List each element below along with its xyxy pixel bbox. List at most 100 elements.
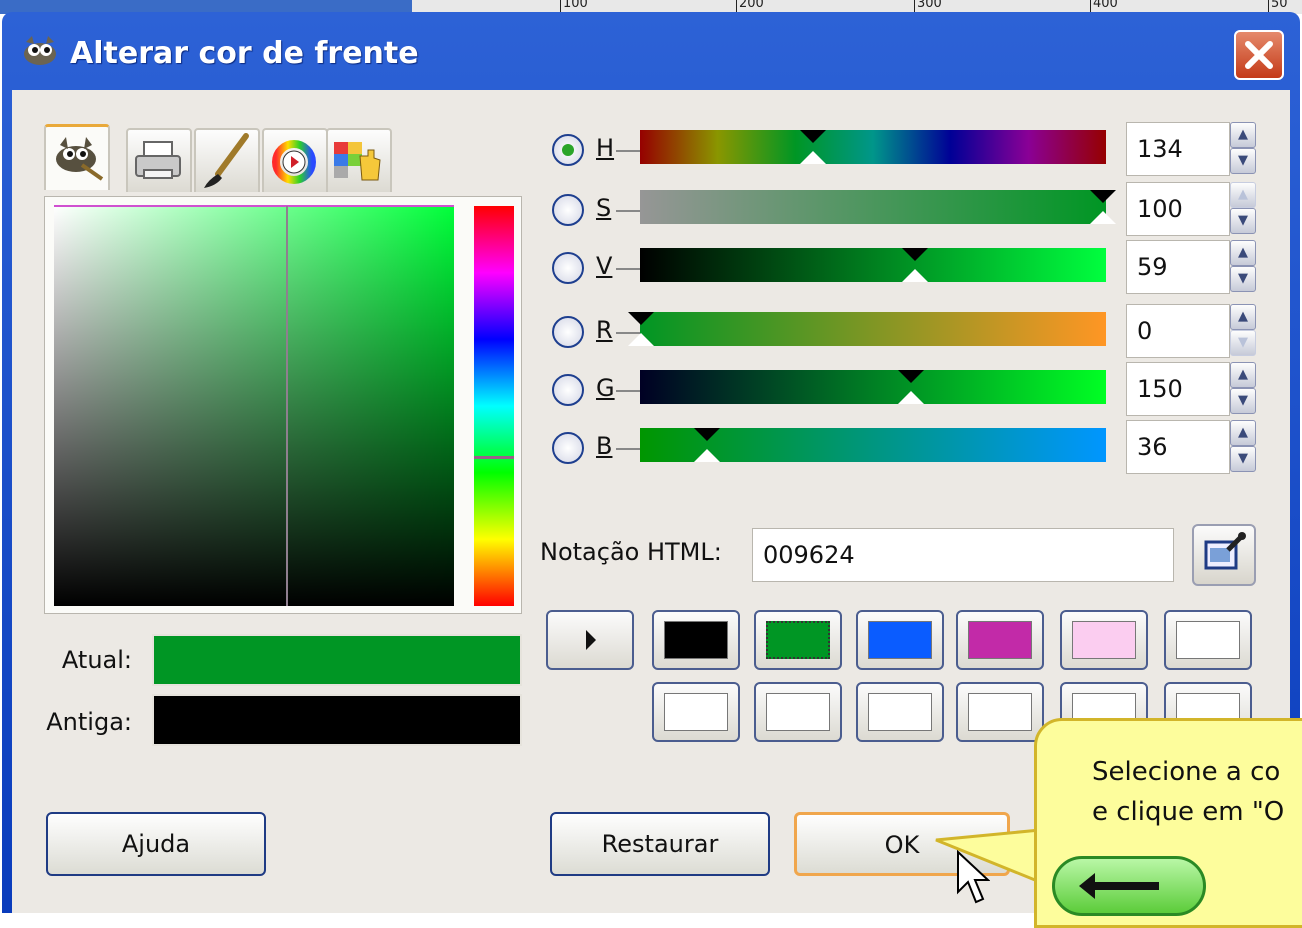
close-icon (1245, 41, 1273, 69)
channel-label-b: B (596, 432, 613, 460)
title-bar[interactable]: Alterar cor de frente (2, 12, 1300, 90)
slider-connector (616, 448, 642, 450)
slider-marker (694, 428, 720, 441)
callout-line: Selecione a co (1092, 757, 1281, 787)
history-swatch-color (968, 693, 1032, 731)
slider-v[interactable] (640, 248, 1106, 282)
wilber-icon (56, 137, 104, 181)
spin-up-icon[interactable]: ▲ (1230, 420, 1256, 446)
arrow-left-icon (1079, 873, 1159, 899)
slider-marker (628, 333, 654, 346)
history-swatch-color (1176, 621, 1240, 659)
history-swatch-color (766, 693, 830, 731)
callout-text: Selecione a co e clique em "O (1092, 752, 1302, 832)
slider-marker (800, 130, 826, 143)
color-picker-button[interactable] (1192, 524, 1256, 586)
spin-down-icon[interactable]: ▼ (1230, 208, 1256, 234)
slider-marker (898, 370, 924, 383)
spin-down-icon[interactable]: ▼ (1230, 388, 1256, 414)
history-swatch[interactable] (856, 610, 944, 670)
slider-connector (616, 150, 642, 152)
slider-r[interactable] (628, 312, 1106, 346)
hue-strip[interactable] (474, 206, 514, 606)
tutorial-back-button[interactable] (1052, 856, 1206, 916)
spin-g-input[interactable]: 150 (1126, 362, 1230, 416)
slider-connector (616, 390, 642, 392)
spin-r-input[interactable]: 0 (1126, 304, 1230, 358)
spin-down-icon[interactable]: ▼ (1230, 446, 1256, 472)
old-color-swatch[interactable] (152, 694, 522, 746)
slider-g[interactable] (640, 370, 1106, 404)
tab-cmyk[interactable] (126, 128, 192, 192)
spin-b-input[interactable]: 36 (1126, 420, 1230, 474)
history-swatch[interactable] (956, 610, 1044, 670)
help-button[interactable]: Ajuda (46, 812, 266, 876)
current-color-swatch (152, 634, 522, 686)
slider-marker (1090, 190, 1116, 203)
radio-h[interactable] (552, 134, 584, 166)
tab-gimp-selector[interactable] (44, 124, 110, 190)
saturation-value-square[interactable] (54, 206, 454, 606)
spin-up-icon[interactable]: ▲ (1230, 362, 1256, 388)
spin-v-input[interactable]: 59 (1126, 240, 1230, 294)
reset-button-label: Restaurar (601, 830, 719, 858)
channel-label-h: H (596, 134, 615, 162)
slider-h[interactable] (640, 130, 1106, 164)
radio-g[interactable] (552, 374, 584, 406)
tab-wheel[interactable] (262, 128, 328, 192)
hue-strip-marker (474, 456, 514, 459)
slider-marker (902, 248, 928, 261)
spin-up-icon[interactable]: ▲ (1230, 122, 1256, 148)
history-swatch[interactable] (1060, 610, 1148, 670)
history-swatch[interactable] (754, 610, 842, 670)
tab-palette[interactable] (326, 128, 392, 192)
history-swatch-color (664, 621, 728, 659)
history-swatch-color (664, 693, 728, 731)
slider-marker (628, 312, 654, 325)
radio-b[interactable] (552, 432, 584, 464)
mouse-cursor-icon (957, 850, 990, 904)
history-swatch[interactable] (754, 682, 842, 742)
history-swatch[interactable] (1164, 610, 1252, 670)
spin-down-icon[interactable]: ▼ (1230, 330, 1256, 356)
channel-label-g: G (596, 374, 615, 402)
html-notation-input[interactable]: 009624 (752, 528, 1174, 582)
history-swatch[interactable] (856, 682, 944, 742)
channel-label-s: S (596, 194, 612, 222)
radio-r[interactable] (552, 316, 584, 348)
radio-v[interactable] (552, 252, 584, 284)
history-expand-button[interactable] (546, 610, 634, 670)
history-swatch-color (766, 621, 830, 659)
spin-s-input[interactable]: 100 (1126, 182, 1230, 236)
callout-line: e clique em "O (1092, 797, 1285, 827)
history-swatch[interactable] (956, 682, 1044, 742)
spin-up-icon[interactable]: ▲ (1230, 240, 1256, 266)
ruler-tick: 300 (914, 0, 942, 12)
history-swatch-color (868, 693, 932, 731)
help-button-label: Ajuda (121, 830, 191, 858)
brush-icon (204, 133, 249, 188)
current-color-label: Atual: (61, 646, 132, 674)
printer-icon (135, 141, 181, 179)
spin-up-icon[interactable]: ▲ (1230, 304, 1256, 330)
close-button[interactable] (1234, 30, 1284, 80)
gimp-wilber-icon (24, 36, 56, 65)
radio-s[interactable] (552, 194, 584, 226)
history-swatch[interactable] (652, 610, 740, 670)
slider-marker (694, 449, 720, 462)
eyedropper-icon (1204, 532, 1246, 570)
history-swatch[interactable] (652, 682, 740, 742)
window-title: Alterar cor de frente (70, 36, 419, 71)
spin-h-input[interactable]: 134 (1126, 122, 1230, 176)
spin-down-icon[interactable]: ▼ (1230, 148, 1256, 174)
slider-b[interactable] (640, 428, 1106, 462)
spin-down-icon[interactable]: ▼ (1230, 266, 1256, 292)
slider-s[interactable] (640, 190, 1116, 224)
reset-button[interactable]: Restaurar (550, 812, 770, 876)
ok-button-label: OK (884, 831, 920, 859)
radio-selected-dot (562, 144, 574, 156)
slider-connector (616, 210, 642, 212)
spin-up-icon[interactable]: ▲ (1230, 182, 1256, 208)
tab-watercolor[interactable] (194, 128, 260, 192)
slider-connector (616, 268, 642, 270)
